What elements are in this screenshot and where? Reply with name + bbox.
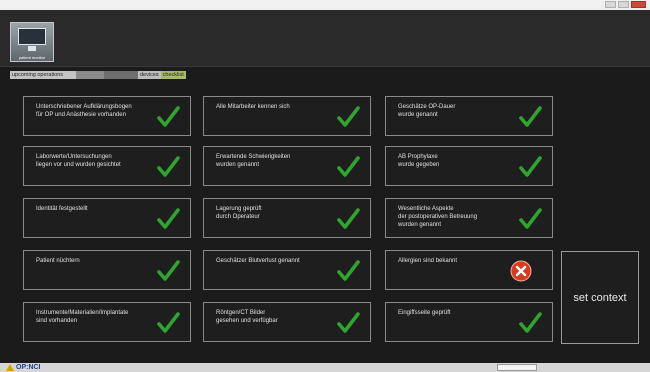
checklist-item[interactable]: AB Prophylaxe wurde gegeben [385,146,553,186]
checklist-item[interactable]: Identität festgestellt [23,198,191,238]
checkmark-icon [337,208,360,229]
monitor-icon[interactable]: patient monitor [10,22,54,62]
checklist-item-label: Instrumente/Materialien/Implantate sind … [36,310,129,324]
checklist-item[interactable]: Instrumente/Materialien/Implantate sind … [23,302,191,342]
checklist-item-label: Geschätzer Blutverlust genannt [216,258,300,264]
minimize-button[interactable] [605,1,616,8]
checklist-item-label: Identität festgestellt [36,206,88,212]
checklist-item[interactable]: Geschätze OP-Dauer wurde genannt [385,96,553,136]
checklist-item[interactable]: Erwartende Schwierigkeiten wurden genann… [203,146,371,186]
checklist-item-label: Geschätze OP-Dauer wurde genannt [398,104,456,118]
checkmark-icon [519,208,542,229]
warning-triangle-icon [6,364,14,371]
logo-text: OP:NCI [16,364,41,371]
checklist-item-label: Lagerung geprüft durch Operateur [216,206,262,220]
checklist-item[interactable]: Lagerung geprüft durch Operateur [203,198,371,238]
checkmark-icon [337,312,360,333]
monitor-screen [18,28,46,45]
checklist-item[interactable]: Patient nüchtern [23,250,191,290]
tab-devices[interactable]: devices [138,71,161,79]
checklist-item-label: AB Prophylaxe wurde gegeben [398,154,440,168]
checklist-item-label: Patient nüchtern [36,258,80,264]
checkmark-icon [337,156,360,177]
checkmark-icon [337,260,360,281]
checkmark-icon [157,106,180,127]
tab-checklist[interactable]: checklist [160,71,186,79]
checkmark-icon [519,312,542,333]
checklist-item[interactable]: Laborwerte/Untersuchungen liegen vor und… [23,146,191,186]
checkmark-icon [519,156,542,177]
checkmark-icon [157,208,180,229]
checklist-item-label: Wesentliche Aspekte der postoperativen B… [398,206,478,228]
checklist-item[interactable]: Eingiffsseite geprüft [385,302,553,342]
checklist-item-label: Allergien sind bekannt [398,258,458,264]
checklist-item[interactable]: Alle Mitarbeiter kennen sich [203,96,371,136]
close-window-button[interactable] [631,1,646,8]
checklist-item[interactable]: Allergien sind bekannt [385,250,553,290]
checklist-item-label: Röntgen/CT Bilder gesehen und verfügbar [216,310,278,324]
tab-blank-1[interactable] [76,71,104,79]
monitor-stand [28,46,36,51]
checklist-item-label: Laborwerte/Untersuchungen liegen vor und… [36,154,121,168]
checklist-item-label: Erwartende Schwierigkeiten wurden genann… [216,154,291,168]
checkmark-icon [519,106,542,127]
app-icon-label: patient monitor [18,55,46,60]
logo: OP:NCI [6,363,41,372]
window-controls [605,1,646,8]
checkmark-icon [157,260,180,281]
set-context-button[interactable]: set context [561,251,639,344]
tab-bar: upcoming operations devices checklist [10,71,186,79]
checklist-item[interactable]: Geschätzer Blutverlust genannt [203,250,371,290]
error-x-icon [510,260,532,282]
checkmark-icon [157,312,180,333]
maximize-button[interactable] [618,1,629,8]
checklist-item-label: Unterschriebener Aufklärungsbogen für OP… [36,104,132,118]
footer-bar: OP:NCI [0,363,650,372]
checklist-item-label: Alle Mitarbeiter kennen sich [216,104,290,110]
checkmark-icon [337,106,360,127]
checklist-item-label: Eingiffsseite geprüft [398,310,451,316]
footer-field[interactable] [497,364,537,371]
checklist-item[interactable]: Unterschriebener Aufklärungsbogen für OP… [23,96,191,136]
tab-blank-2[interactable] [104,71,138,79]
tab-upcoming-operations[interactable]: upcoming operations [10,71,76,79]
app-header: patient monitor [0,10,650,67]
checklist-item[interactable]: Wesentliche Aspekte der postoperativen B… [385,198,553,238]
checkmark-icon [157,156,180,177]
checklist-item[interactable]: Röntgen/CT Bilder gesehen und verfügbar [203,302,371,342]
